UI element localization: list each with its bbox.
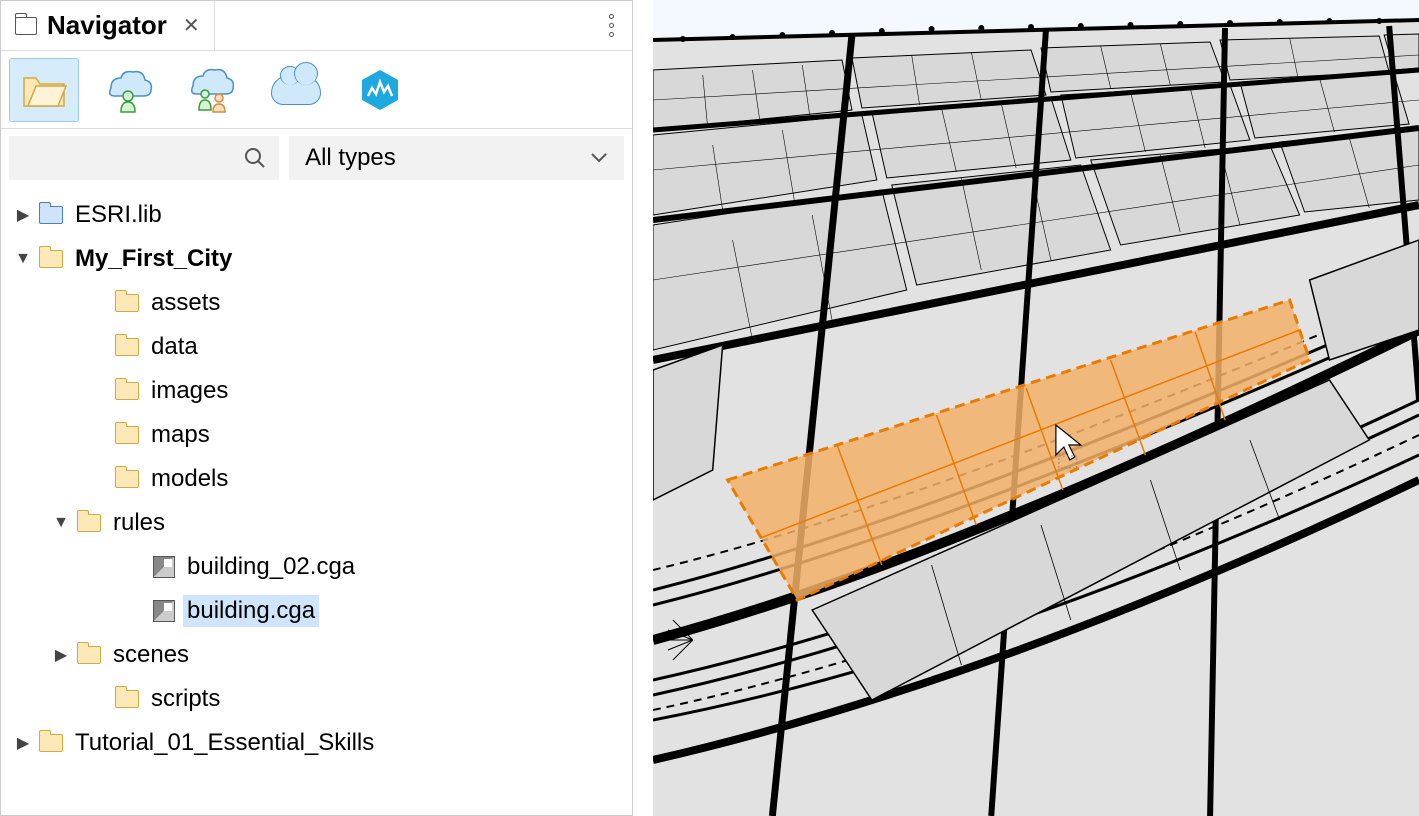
tree-item-assets[interactable]: ▶ assets — [1, 281, 632, 325]
navigator-toolbar — [1, 51, 632, 129]
folder-icon — [115, 426, 139, 444]
tab-title: Navigator — [47, 10, 167, 41]
search-icon — [243, 146, 267, 170]
tree-item-models[interactable]: ▶ models — [1, 457, 632, 501]
tree-label: ESRI.lib — [71, 199, 166, 231]
chevron-right-icon[interactable]: ▶ — [53, 645, 69, 665]
tab-bar: Navigator ✕ — [1, 1, 632, 51]
cloud-button[interactable] — [261, 58, 331, 122]
tree-label: My_First_City — [71, 243, 236, 275]
folder-icon — [39, 206, 63, 224]
folder-icon — [77, 646, 101, 664]
cga-file-icon — [153, 600, 175, 622]
project-tree[interactable]: ▶ ESRI.lib ▼ My_First_City ▶ assets ▶ da… — [1, 187, 632, 815]
tree-item-scenes[interactable]: ▶ scenes — [1, 633, 632, 677]
folder-icon — [115, 294, 139, 312]
chevron-right-icon[interactable]: ▶ — [15, 733, 31, 753]
chevron-down-icon[interactable]: ▼ — [15, 250, 31, 268]
folder-icon — [115, 338, 139, 356]
folder-icon — [77, 514, 101, 532]
arcgis-button[interactable] — [345, 58, 415, 122]
tree-label: models — [147, 463, 232, 495]
cloud-icon — [271, 75, 321, 105]
file-system-button[interactable] — [9, 58, 79, 122]
tree-item-maps[interactable]: ▶ maps — [1, 413, 632, 457]
navigator-panel: Navigator ✕ — [0, 0, 633, 816]
tree-label: scenes — [109, 639, 193, 671]
chevron-down-icon — [590, 152, 608, 164]
tree-item-scripts[interactable]: ▶ scripts — [1, 677, 632, 721]
filter-row: All types — [1, 129, 632, 187]
type-filter-dropdown[interactable]: All types — [289, 136, 624, 180]
tree-item-building-cga[interactable]: ▶ building.cga — [1, 589, 632, 633]
tree-label: rules — [109, 507, 169, 539]
folder-icon — [115, 690, 139, 708]
tree-label: building.cga — [183, 595, 319, 627]
tree-label: maps — [147, 419, 214, 451]
type-filter-label: All types — [305, 144, 396, 172]
folder-icon — [39, 734, 63, 752]
tree-item-data[interactable]: ▶ data — [1, 325, 632, 369]
tree-label: images — [147, 375, 232, 407]
tree-label: scripts — [147, 683, 224, 715]
tree-label: assets — [147, 287, 224, 319]
close-icon[interactable]: ✕ — [183, 13, 200, 38]
chevron-right-icon[interactable]: ▶ — [15, 205, 31, 225]
navigator-tab[interactable]: Navigator ✕ — [1, 1, 215, 50]
tree-label: building_02.cga — [183, 551, 359, 583]
folder-icon — [15, 17, 37, 35]
tree-label: data — [147, 331, 202, 363]
cloud-group-button[interactable] — [177, 58, 247, 122]
folder-icon — [115, 382, 139, 400]
cga-file-icon — [153, 556, 175, 578]
tree-item-tutorial[interactable]: ▶ Tutorial_01_Essential_Skills — [1, 721, 632, 765]
tree-item-esri-lib[interactable]: ▶ ESRI.lib — [1, 193, 632, 237]
search-input[interactable] — [9, 136, 279, 180]
tree-item-rules[interactable]: ▼ rules — [1, 501, 632, 545]
view-menu-icon[interactable] — [609, 14, 614, 37]
3d-viewport[interactable] — [653, 0, 1419, 816]
folder-icon — [39, 250, 63, 268]
tree-item-my-first-city[interactable]: ▼ My_First_City — [1, 237, 632, 281]
chevron-down-icon[interactable]: ▼ — [53, 514, 69, 532]
cloud-user-button[interactable] — [93, 58, 163, 122]
folder-icon — [115, 470, 139, 488]
tree-label: Tutorial_01_Essential_Skills — [71, 727, 378, 759]
tree-item-building-02-cga[interactable]: ▶ building_02.cga — [1, 545, 632, 589]
tree-item-images[interactable]: ▶ images — [1, 369, 632, 413]
